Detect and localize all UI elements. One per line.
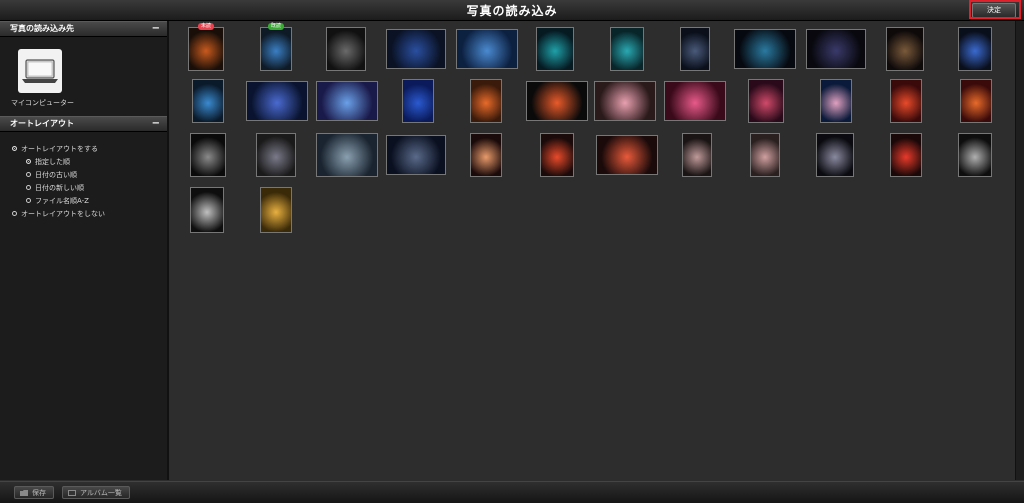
layout-option-label: 日付の新しい順: [35, 183, 84, 192]
photo-thumbnail[interactable]: [734, 29, 796, 69]
photo-thumbnail[interactable]: [958, 27, 992, 71]
radio-icon: [12, 211, 17, 216]
photo-thumbnail[interactable]: [596, 135, 658, 175]
my-computer-button[interactable]: [18, 49, 62, 93]
folder-icon: [20, 489, 28, 496]
layout-option[interactable]: オートレイアウトをしない: [0, 207, 167, 220]
title-bar: 写真の読み込み 決定: [0, 0, 1024, 21]
radio-icon: [12, 146, 17, 151]
album-list-button[interactable]: アルバム一覧: [62, 486, 130, 499]
collapse-layout-button[interactable]: −: [152, 117, 160, 131]
layout-option[interactable]: オートレイアウトをする: [0, 142, 167, 155]
photo-thumbnail[interactable]: [610, 27, 644, 71]
layout-option[interactable]: 日付の古い順: [0, 168, 167, 181]
photo-thumbnail[interactable]: 未読: [188, 23, 224, 71]
album-list-label: アルバム一覧: [80, 488, 122, 497]
photo-thumbnail[interactable]: [594, 81, 656, 121]
layout-option-label: オートレイアウトをしない: [21, 209, 105, 218]
radio-icon: [26, 185, 31, 190]
photo-thumbnail[interactable]: [886, 27, 924, 71]
layout-header-label: オートレイアウト: [10, 119, 74, 128]
photo-thumbnail[interactable]: [526, 81, 588, 121]
confirm-button[interactable]: 決定: [972, 3, 1016, 18]
photo-grid: 未読 既読: [170, 21, 1016, 480]
photo-thumbnail[interactable]: [960, 79, 992, 123]
read-badge: 既読: [267, 23, 285, 30]
source-header-label: 写真の読み込み先: [10, 24, 74, 33]
layout-panel-header: オートレイアウト −: [0, 116, 167, 132]
photo-thumbnail[interactable]: [190, 133, 226, 177]
album-icon: [68, 489, 76, 496]
photo-thumbnail[interactable]: [540, 133, 574, 177]
photo-thumbnail[interactable]: [402, 79, 434, 123]
photo-thumbnail[interactable]: [958, 133, 992, 177]
photo-thumbnail[interactable]: [750, 133, 780, 177]
photo-thumbnail[interactable]: [386, 135, 446, 175]
sidebar: 写真の読み込み先 − マイコンピューター オートレイアウト − オートレイアウト…: [0, 21, 169, 480]
photo-thumbnail[interactable]: [316, 81, 378, 121]
photo-thumbnail[interactable]: [456, 29, 518, 69]
photo-thumbnail[interactable]: [536, 27, 574, 71]
layout-option[interactable]: 日付の新しい順: [0, 181, 167, 194]
photo-thumbnail[interactable]: [806, 29, 866, 69]
layout-option-label: ファイル名順A-Z: [35, 196, 89, 205]
layout-option[interactable]: ファイル名順A-Z: [0, 194, 167, 207]
photo-thumbnail[interactable]: [664, 81, 726, 121]
source-panel-header: 写真の読み込み先 −: [0, 21, 167, 37]
photo-thumbnail[interactable]: [820, 79, 852, 123]
photo-thumbnail[interactable]: [260, 187, 292, 233]
photo-thumbnail[interactable]: [890, 133, 922, 177]
photo-thumbnail[interactable]: [470, 79, 502, 123]
photo-thumbnail[interactable]: [192, 79, 224, 123]
photo-thumbnail[interactable]: [682, 133, 712, 177]
photo-thumbnail[interactable]: [748, 79, 784, 123]
radio-icon: [26, 159, 31, 164]
photo-thumbnail[interactable]: [680, 27, 710, 71]
laptop-icon: [22, 59, 58, 83]
unread-badge: 未読: [197, 23, 215, 30]
window-title: 写真の読み込み: [466, 4, 558, 18]
save-button[interactable]: 保存: [14, 486, 54, 499]
photo-thumbnail[interactable]: [326, 27, 366, 71]
photo-grid-scrollbar[interactable]: [1015, 21, 1024, 480]
bottom-bar: 保存 アルバム一覧: [0, 481, 1024, 503]
photo-thumbnail[interactable]: [816, 133, 854, 177]
layout-option-label: オートレイアウトをする: [21, 144, 98, 153]
layout-options: オートレイアウトをする指定した順日付の古い順 日付の新しい順 ファイル名順A-Z オー…: [0, 132, 167, 220]
layout-option-label: 指定した順: [35, 157, 70, 166]
layout-option-label: 日付の古い順: [35, 170, 77, 179]
source-panel: マイコンピューター: [0, 37, 167, 116]
radio-icon: [26, 198, 31, 203]
photo-thumbnail[interactable]: [190, 187, 224, 233]
layout-option[interactable]: 指定した順: [0, 155, 167, 168]
photo-thumbnail[interactable]: [246, 81, 308, 121]
photo-thumbnail[interactable]: 既読: [260, 23, 292, 71]
save-label: 保存: [32, 488, 46, 497]
photo-thumbnail[interactable]: [890, 79, 922, 123]
collapse-source-button[interactable]: −: [152, 22, 160, 36]
photo-thumbnail[interactable]: [256, 133, 296, 177]
my-computer-label: マイコンピューター: [11, 99, 74, 107]
photo-thumbnail[interactable]: [386, 29, 446, 69]
photo-thumbnail[interactable]: [316, 133, 378, 177]
photo-thumbnail[interactable]: [470, 133, 502, 177]
radio-icon: [26, 172, 31, 177]
